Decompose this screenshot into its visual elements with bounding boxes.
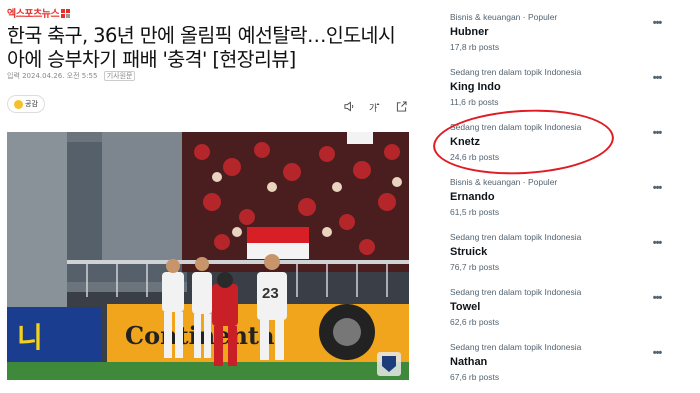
logo-icon (61, 9, 71, 18)
football-match-image: 니 Continental 23 (7, 132, 409, 380)
trend-item[interactable]: Sedang tren dalam topik Indonesia King I… (440, 67, 680, 119)
more-options-icon[interactable]: ••• (650, 293, 664, 304)
trend-post-count: 76,7 rb posts (450, 262, 500, 272)
trend-item[interactable]: Sedang tren dalam topik Indonesia Nathan… (440, 342, 680, 393)
trend-name: Struick (450, 246, 488, 258)
more-options-icon[interactable]: ••• (650, 18, 664, 29)
article-meta: 입력 2024.04.26. 오전 5:55 기사원문 (7, 71, 136, 81)
logo-text: 엑스포츠뉴스 (7, 9, 60, 20)
original-article-link[interactable]: 기사원문 (103, 71, 136, 81)
like-button[interactable]: 공감 (7, 95, 45, 113)
trend-name: King Indo (450, 81, 501, 93)
trend-post-count: 17,8 rb posts (450, 42, 500, 52)
more-options-icon[interactable]: ••• (650, 128, 664, 139)
smile-emoji-icon (14, 99, 24, 109)
article-headline: 한국 축구, 36년 만에 올림픽 예선탈락…인도네시아에 승부차기 패배 '충… (7, 24, 396, 71)
player-number: 23 (262, 285, 279, 302)
ad-board-text: 니 (17, 321, 43, 354)
audio-icon[interactable] (342, 99, 356, 113)
trends-panel: Bisnis & keuangan · Populer Hubner 17,8 … (440, 0, 700, 393)
trend-item[interactable]: Bisnis & keuangan · Populer Hubner 17,8 … (440, 12, 680, 64)
trend-context: Bisnis & keuangan · Populer (450, 177, 558, 187)
trend-context: Sedang tren dalam topik Indonesia (450, 232, 582, 242)
more-options-icon[interactable]: ••• (650, 183, 664, 194)
trend-item[interactable]: Sedang tren dalam topik Indonesia Struic… (440, 232, 680, 284)
article-date: 입력 2024.04.26. 오전 5:55 (7, 72, 98, 80)
more-options-icon[interactable]: ••• (650, 238, 664, 249)
trend-post-count: 62,6 rb posts (450, 317, 500, 327)
trend-context: Sedang tren dalam topik Indonesia (450, 122, 582, 132)
font-size-icon[interactable]: 가 (368, 99, 382, 113)
trend-post-count: 61,5 rb posts (450, 207, 500, 217)
trend-context: Sedang tren dalam topik Indonesia (450, 67, 582, 77)
trend-context: Bisnis & keuangan · Populer (450, 12, 558, 22)
news-logo[interactable]: 엑스포츠뉴스 (7, 5, 71, 20)
trend-post-count: 24,6 rb posts (450, 152, 500, 162)
svg-text:가: 가 (369, 103, 377, 112)
more-options-icon[interactable]: ••• (650, 73, 664, 84)
article-toolbar: 가 (330, 99, 408, 113)
trend-post-count: 11,6 rb posts (450, 97, 499, 107)
news-article: 엑스포츠뉴스 한국 축구, 36년 만에 올림픽 예선탈락…인도네시아에 승부차… (0, 0, 418, 393)
trend-item[interactable]: Sedang tren dalam topik Indonesia Knetz … (440, 122, 680, 174)
trend-post-count: 67,6 rb posts (450, 372, 500, 382)
trend-name: Knetz (450, 136, 480, 148)
like-label: 공감 (25, 100, 38, 108)
trend-context: Sedang tren dalam topik Indonesia (450, 342, 582, 352)
article-photo: 니 Continental 23 (7, 132, 409, 380)
trend-item[interactable]: Sedang tren dalam topik Indonesia Towel … (440, 287, 680, 339)
trend-name: Nathan (450, 356, 488, 368)
trend-item[interactable]: Bisnis & keuangan · Populer Ernando 61,5… (440, 177, 680, 229)
trend-context: Sedang tren dalam topik Indonesia (450, 287, 582, 297)
share-icon[interactable] (394, 99, 408, 113)
trend-name: Towel (450, 301, 481, 313)
more-options-icon[interactable]: ••• (650, 348, 664, 359)
trend-name: Ernando (450, 191, 495, 203)
trend-name: Hubner (450, 26, 489, 38)
